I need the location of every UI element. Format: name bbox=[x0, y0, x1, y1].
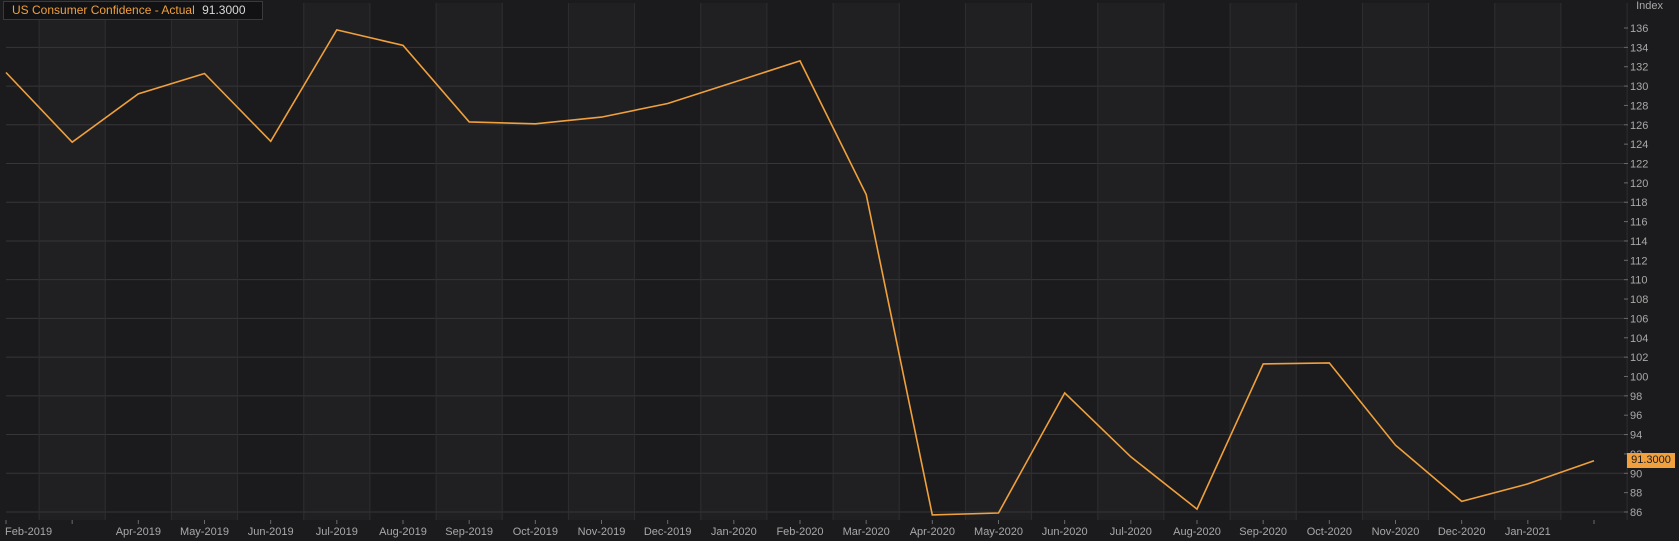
y-tick-label: 104 bbox=[1630, 333, 1648, 345]
y-tick-label: 90 bbox=[1630, 468, 1642, 480]
x-tick-label: Feb-2019 bbox=[5, 526, 52, 538]
background-band bbox=[833, 3, 900, 520]
x-tick-label: Jan-2020 bbox=[711, 526, 757, 538]
y-tick-label: 124 bbox=[1630, 139, 1648, 151]
x-tick-label: Dec-2020 bbox=[1438, 526, 1486, 538]
legend-last-value: 91.3000 bbox=[202, 3, 246, 17]
series-line bbox=[5, 28, 1595, 516]
y-tick-label: 128 bbox=[1630, 100, 1648, 112]
x-tick-label: Jun-2020 bbox=[1042, 526, 1088, 538]
background-band bbox=[1097, 3, 1164, 520]
y-axis-ticks: 8688909294969810010210410610811011211411… bbox=[1624, 23, 1648, 519]
y-tick-label: 88 bbox=[1630, 488, 1642, 500]
x-tick-label: Aug-2020 bbox=[1173, 526, 1221, 538]
y-tick-label: 102 bbox=[1630, 352, 1648, 364]
y-tick-label: 98 bbox=[1630, 391, 1642, 403]
x-tick-label: Mar-2020 bbox=[843, 526, 890, 538]
x-tick-label: Dec-2019 bbox=[644, 526, 692, 538]
y-tick-label: 112 bbox=[1630, 255, 1648, 267]
series-layer bbox=[5, 28, 1595, 516]
x-tick-label: Sep-2019 bbox=[445, 526, 493, 538]
background-band bbox=[700, 3, 767, 520]
x-axis-ticks: Feb-2019 Apr-2019 May-2019 Jun-2019 Jul-2019… bbox=[5, 520, 1595, 538]
x-tick-label: May-2019 bbox=[180, 526, 229, 538]
y-tick-label: 134 bbox=[1630, 42, 1648, 54]
x-tick-label: Oct-2019 bbox=[513, 526, 558, 538]
background-band bbox=[39, 3, 106, 520]
background-bands bbox=[39, 3, 1561, 520]
x-tick-label: Jul-2020 bbox=[1110, 526, 1152, 538]
chart-root: 8688909294969810010210410610811011211411… bbox=[0, 0, 1679, 541]
x-tick-label: Oct-2020 bbox=[1307, 526, 1352, 538]
y-tick-label: 126 bbox=[1630, 120, 1648, 132]
y-tick-label: 86 bbox=[1630, 507, 1642, 519]
x-tick-label: Jun-2019 bbox=[248, 526, 294, 538]
x-tick-label: Sep-2020 bbox=[1239, 526, 1287, 538]
x-tick-label: Aug-2019 bbox=[379, 526, 427, 538]
y-tick-label: 118 bbox=[1630, 197, 1648, 209]
y-tick-label: 136 bbox=[1630, 23, 1648, 35]
y-tick-label: 96 bbox=[1630, 410, 1642, 422]
x-tick-label: Apr-2019 bbox=[116, 526, 161, 538]
x-tick-label: Nov-2019 bbox=[578, 526, 626, 538]
x-tick-label: Jul-2019 bbox=[316, 526, 358, 538]
series-legend[interactable]: US Consumer Confidence - Actual 91.3000 bbox=[3, 1, 263, 20]
background-band bbox=[1362, 3, 1429, 520]
last-value-tag: 91.3000 bbox=[1627, 453, 1675, 468]
x-tick-label: Jan-2021 bbox=[1505, 526, 1551, 538]
line-chart[interactable]: 8688909294969810010210410610811011211411… bbox=[0, 0, 1679, 541]
y-tick-label: 106 bbox=[1630, 313, 1648, 325]
background-band bbox=[1494, 3, 1561, 520]
y-tick-label: 122 bbox=[1630, 159, 1648, 171]
x-tick-label: Nov-2020 bbox=[1372, 526, 1420, 538]
x-tick-label: Feb-2020 bbox=[776, 526, 823, 538]
background-band bbox=[568, 3, 635, 520]
y-tick-label: 132 bbox=[1630, 62, 1648, 74]
background-band bbox=[436, 3, 503, 520]
y-tick-label: 110 bbox=[1630, 275, 1648, 287]
x-tick-label: Apr-2020 bbox=[910, 526, 955, 538]
x-tick-label: May-2020 bbox=[974, 526, 1023, 538]
y-tick-label: 100 bbox=[1630, 371, 1648, 383]
background-band bbox=[303, 3, 370, 520]
legend-series-label: US Consumer Confidence - Actual bbox=[12, 3, 195, 17]
y-tick-label: 120 bbox=[1630, 178, 1648, 190]
background-band bbox=[1230, 3, 1297, 520]
y-axis-unit-label: Index bbox=[1636, 0, 1663, 12]
y-tick-label: 116 bbox=[1630, 217, 1648, 229]
y-tick-label: 130 bbox=[1630, 81, 1648, 93]
background-band bbox=[965, 3, 1032, 520]
y-tick-label: 108 bbox=[1630, 294, 1648, 306]
y-tick-label: 94 bbox=[1630, 430, 1642, 442]
y-tick-label: 114 bbox=[1630, 236, 1648, 248]
